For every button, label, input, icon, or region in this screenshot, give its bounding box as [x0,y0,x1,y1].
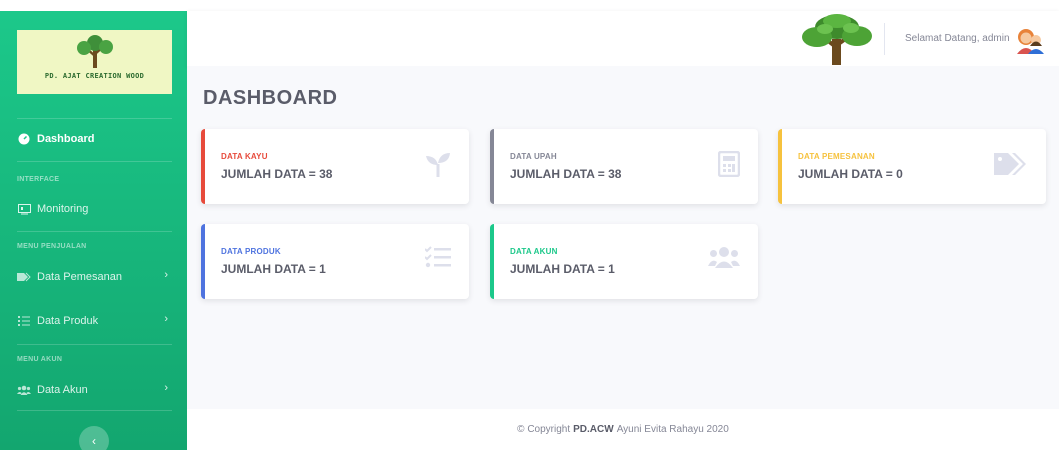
sidebar-item-dashboard[interactable]: Dashboard [17,129,172,149]
sidebar-item-label: Data Produk [37,315,99,327]
sidebar-divider [17,410,172,411]
user-avatar-icon[interactable] [1015,26,1045,54]
card-data-akun[interactable]: DATA AKUN JUMLAH DATA = 1 [490,224,758,299]
tags-icon [994,153,1026,175]
chevron-right-icon: › [164,382,168,394]
sidebar-item-monitoring[interactable]: Monitoring [17,199,172,219]
chevron-left-icon: ‹ [92,434,96,448]
sidebar-divider [17,231,172,232]
users-icon [708,247,740,268]
brand-text: PD. AJAT CREATION WOOD [44,72,145,80]
chevron-right-icon: › [164,313,168,325]
card-value: JUMLAH DATA = 38 [510,167,622,181]
welcome-text[interactable]: Selamat Datang, admin [905,33,1010,44]
sidebar-item-label: Monitoring [37,203,89,215]
card-value: JUMLAH DATA = 1 [510,262,615,276]
desktop-icon [17,202,31,216]
page-title: DASHBOARD [203,87,338,109]
main-content: DASHBOARD DATA KAYU JUMLAH DATA = 38 DAT… [187,66,1059,409]
footer-author: Ayuni Evita Rahayu 2020 [616,424,729,435]
sidebar-item-label: Data Akun [37,384,88,396]
sidebar-item-label: Dashboard [37,133,95,145]
card-data-kayu[interactable]: DATA KAYU JUMLAH DATA = 38 [201,129,469,204]
sidebar-divider [17,118,172,119]
card-label: DATA AKUN [510,247,558,256]
footer-brand: PD.ACW [573,424,614,435]
sidebar-toggle-button[interactable]: ‹ [79,426,109,450]
tree-icon [802,14,872,65]
card-data-upah[interactable]: DATA UPAH JUMLAH DATA = 38 [490,129,758,204]
chevron-right-icon: › [164,269,168,281]
card-label: DATA KAYU [221,152,268,161]
topbar-divider [884,23,885,55]
sidebar-item-data-produk[interactable]: Data Produk › [17,311,172,331]
calculator-icon [718,151,740,177]
tree-logo-icon [76,35,113,68]
sidebar-item-label: Data Pemesanan [37,271,122,283]
card-value: JUMLAH DATA = 38 [221,167,333,181]
card-data-produk[interactable]: DATA PRODUK JUMLAH DATA = 1 [201,224,469,299]
card-value: JUMLAH DATA = 0 [798,167,903,181]
tasks-icon [17,314,31,328]
topbar: Selamat Datang, admin [187,11,1059,66]
sidebar-divider [17,161,172,162]
tags-icon [17,270,31,284]
card-data-pemesanan[interactable]: DATA PEMESANAN JUMLAH DATA = 0 [778,129,1046,204]
card-label: DATA PEMESANAN [798,152,875,161]
users-icon [17,383,31,397]
card-label: DATA PRODUK [221,247,281,256]
heading-menu-akun: MENU AKUN [17,356,63,363]
sidebar-divider [17,344,172,345]
tasks-icon [425,246,451,268]
sidebar-item-data-akun[interactable]: Data Akun › [17,380,172,400]
sidebar-item-data-pemesanan[interactable]: Data Pemesanan › [17,267,172,287]
tachometer-icon [17,132,31,146]
footer-copyright: © Copyright [517,424,571,435]
footer: © Copyright PD.ACW Ayuni Evita Rahayu 20… [187,409,1059,450]
card-value: JUMLAH DATA = 1 [221,262,326,276]
card-label: DATA UPAH [510,152,557,161]
sidebar-brand[interactable]: PD. AJAT CREATION WOOD [17,30,172,94]
heading-interface: INTERFACE [17,176,60,183]
seedling-icon [426,153,450,177]
sidebar: PD. AJAT CREATION WOOD Dashboard INTERFA… [0,11,187,450]
heading-menu-penjualan: MENU PENJUALAN [17,243,87,250]
